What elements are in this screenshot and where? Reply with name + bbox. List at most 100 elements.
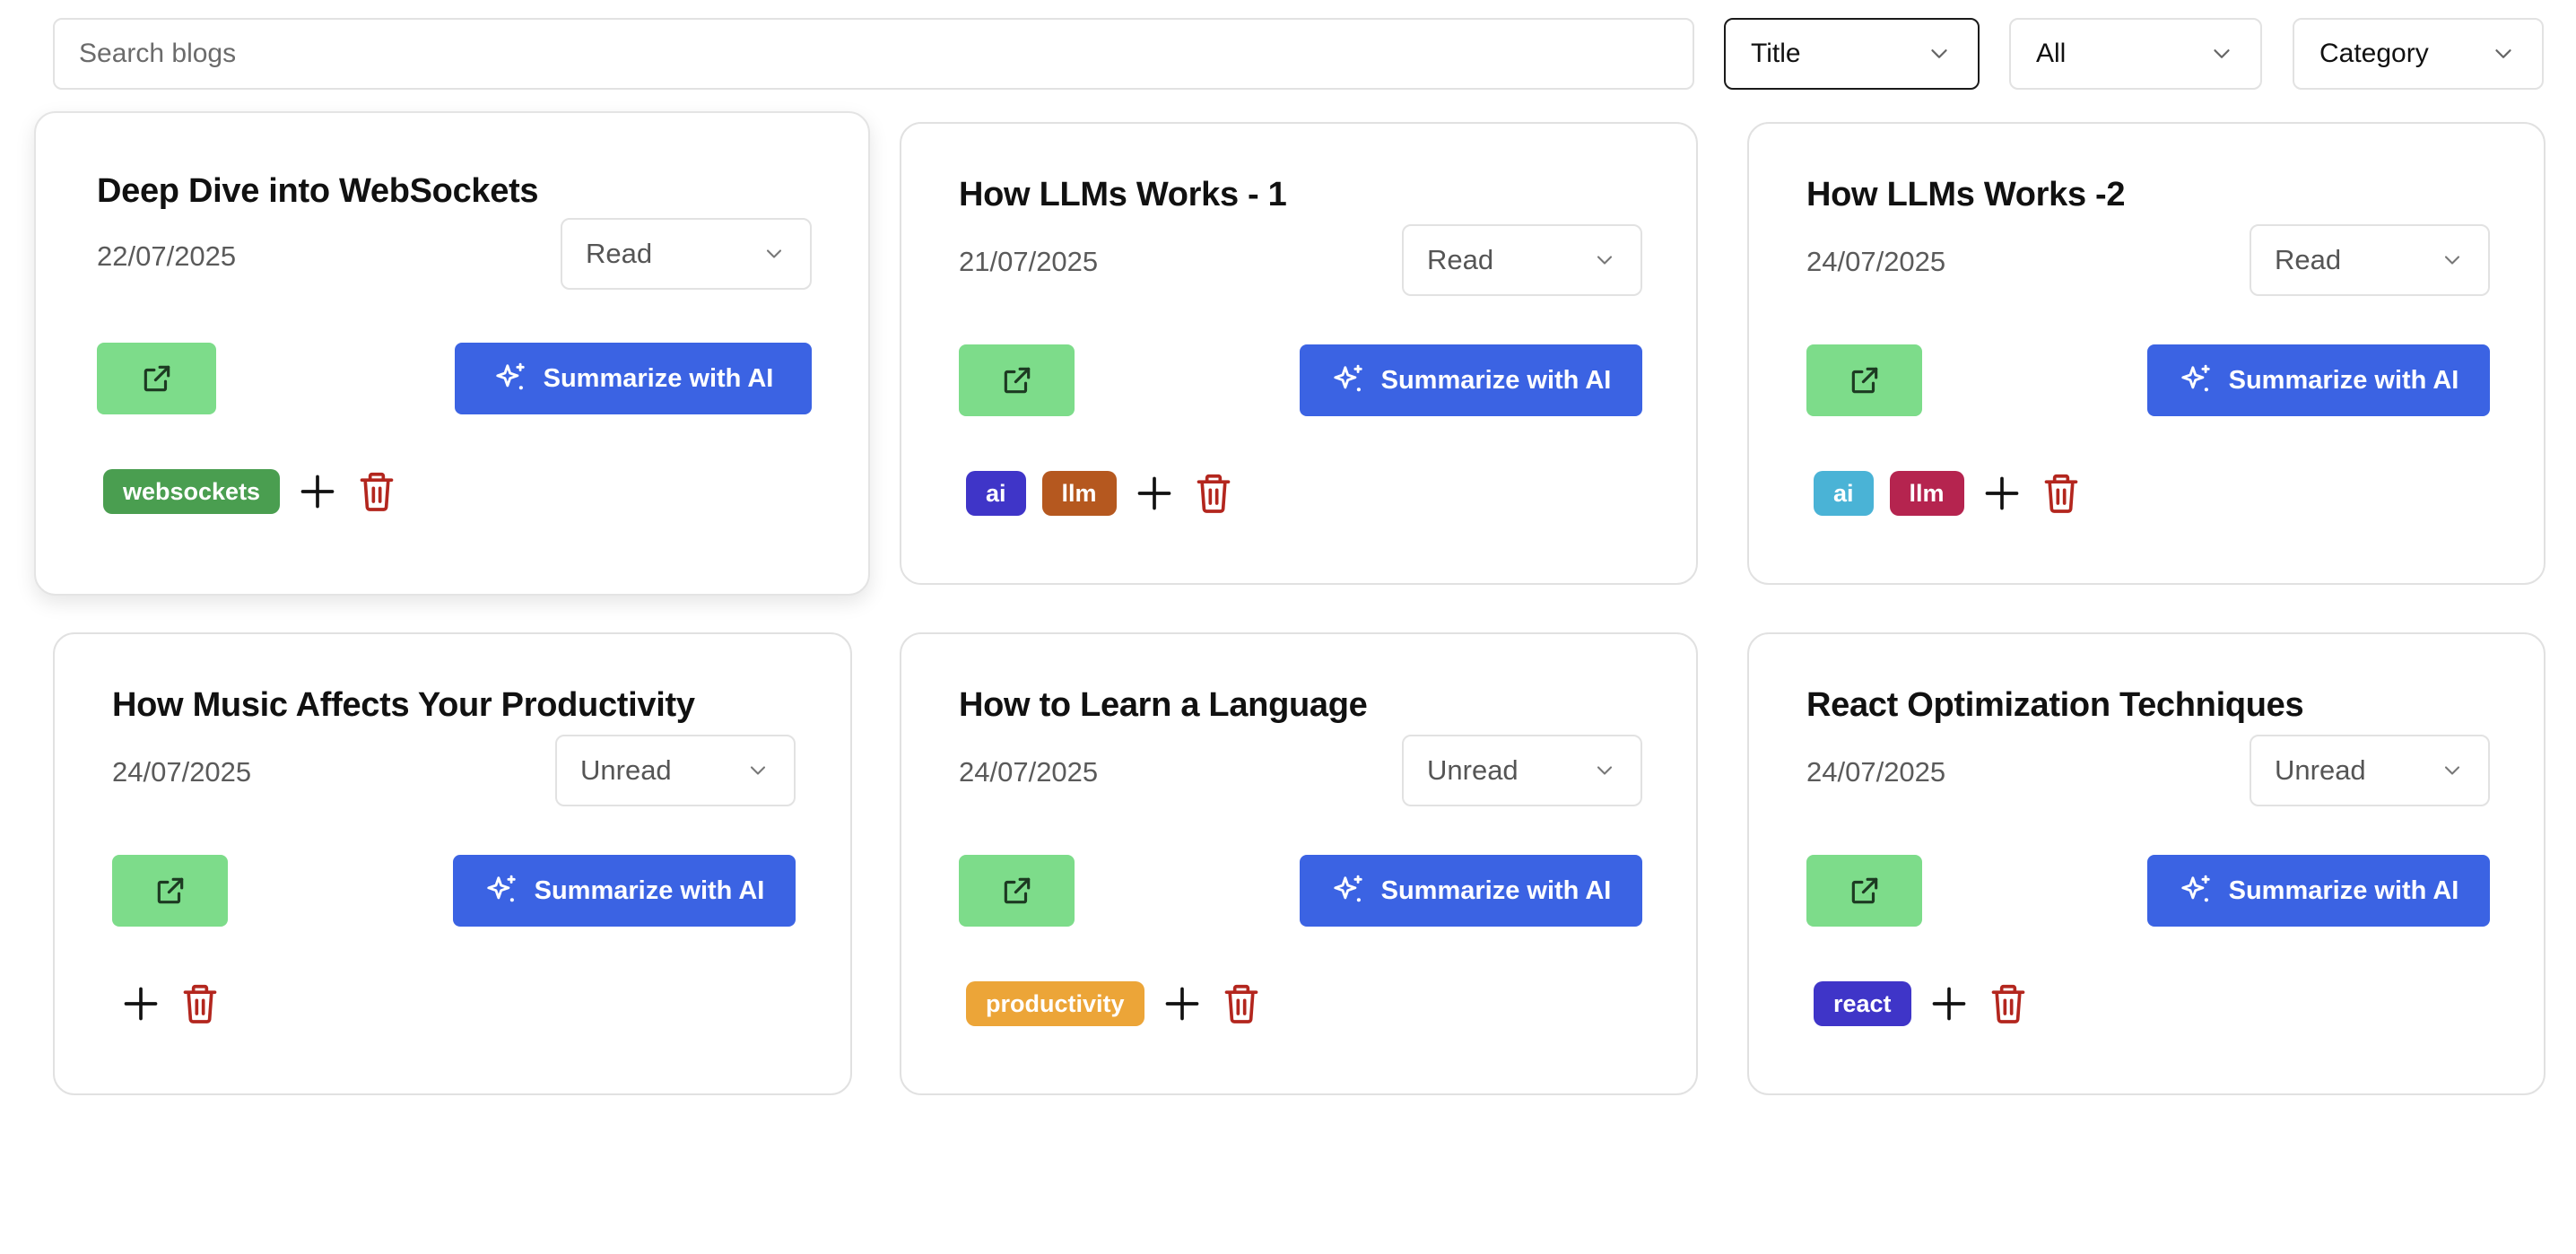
summarize-ai-button[interactable]: Summarize with AI [2147, 344, 2490, 416]
open-link-button[interactable] [959, 855, 1075, 927]
read-status-select[interactable]: Read [1402, 224, 1642, 296]
read-status-value: Read [586, 238, 653, 269]
tag-row: websockets [103, 468, 398, 515]
chevron-down-icon [1931, 49, 1947, 58]
add-tag-icon[interactable] [1133, 472, 1176, 515]
summarize-ai-label: Summarize with AI [1380, 875, 1612, 905]
category-filter-select[interactable]: Category [2293, 18, 2544, 90]
blog-title: Deep Dive into WebSockets [97, 172, 539, 210]
delete-icon[interactable] [355, 468, 398, 515]
add-tag-icon[interactable] [1928, 982, 1971, 1025]
open-link-button[interactable] [1806, 855, 1922, 927]
external-link-icon [1004, 367, 1030, 394]
external-link-icon [1851, 877, 1877, 904]
summarize-ai-label: Summarize with AI [2228, 365, 2459, 395]
tag-row: ai llm [1814, 470, 2083, 517]
blog-date: 21/07/2025 [959, 246, 1099, 277]
tag-row [119, 980, 222, 1027]
read-status-value: Read [1427, 244, 1494, 275]
summarize-ai-label: Summarize with AI [1380, 365, 1612, 395]
summarize-ai-label: Summarize with AI [534, 875, 765, 905]
chevron-down-icon [2444, 256, 2460, 265]
tag-badge[interactable]: websockets [103, 469, 281, 514]
delete-icon[interactable] [1220, 980, 1263, 1027]
tag-badge[interactable]: llm [1889, 471, 1964, 516]
status-filter-value: All [2036, 39, 2067, 68]
summarize-ai-label: Summarize with AI [543, 363, 774, 393]
sort-field-value: Title [1751, 39, 1801, 68]
sparkles-icon [2180, 875, 2210, 902]
summarize-ai-button[interactable]: Summarize with AI [453, 855, 796, 927]
category-filter-value: Category [2319, 39, 2429, 68]
blog-card: How LLMs Works - 1 21/07/2025 Read Summa… [900, 122, 1698, 585]
delete-icon[interactable] [2040, 470, 2083, 517]
blog-title: React Optimization Techniques [1806, 686, 2304, 724]
external-link-icon [157, 877, 183, 904]
read-status-select[interactable]: Read [561, 218, 812, 290]
read-status-select[interactable]: Unread [1402, 735, 1642, 806]
tag-badge[interactable]: productivity [966, 981, 1144, 1026]
chevron-down-icon [2495, 49, 2511, 58]
read-status-select[interactable]: Read [2250, 224, 2490, 296]
summarize-ai-button[interactable]: Summarize with AI [1300, 344, 1642, 416]
blog-date: 24/07/2025 [112, 756, 252, 788]
external-link-icon [1004, 877, 1030, 904]
tag-row: productivity [966, 980, 1263, 1027]
chevron-down-icon [1597, 256, 1613, 265]
add-tag-icon[interactable] [1980, 472, 2023, 515]
chevron-down-icon [2444, 766, 2460, 775]
read-status-select[interactable]: Unread [555, 735, 796, 806]
open-link-button[interactable] [959, 344, 1075, 416]
blog-title: How LLMs Works -2 [1806, 176, 2126, 213]
summarize-ai-button[interactable]: Summarize with AI [1300, 855, 1642, 927]
chevron-down-icon [1597, 766, 1613, 775]
read-status-value: Unread [2275, 754, 2366, 786]
open-link-button[interactable] [1806, 344, 1922, 416]
sparkles-icon [2180, 364, 2210, 392]
summarize-ai-button[interactable]: Summarize with AI [455, 343, 812, 414]
tag-badge[interactable]: ai [1814, 471, 1874, 516]
read-status-value: Unread [1427, 754, 1519, 786]
tag-row: react [1814, 980, 2030, 1027]
status-filter-select[interactable]: All [2009, 18, 2262, 90]
blog-card: How to Learn a Language 24/07/2025 Unrea… [900, 632, 1698, 1095]
summarize-ai-button[interactable]: Summarize with AI [2147, 855, 2490, 927]
external-link-icon [144, 365, 170, 392]
sort-field-select[interactable]: Title [1724, 18, 1980, 90]
blog-date: 24/07/2025 [1806, 756, 1946, 788]
sparkles-icon [1333, 364, 1362, 392]
delete-icon[interactable] [1192, 470, 1235, 517]
delete-icon[interactable] [178, 980, 222, 1027]
search-input[interactable] [53, 18, 1694, 90]
sparkles-icon [486, 875, 516, 902]
toolbar: Title All Category [0, 0, 2576, 108]
add-tag-icon[interactable] [119, 982, 162, 1025]
summarize-ai-label: Summarize with AI [2228, 875, 2459, 905]
blog-title: How to Learn a Language [959, 686, 1368, 724]
tag-badge[interactable]: llm [1041, 471, 1117, 516]
blog-title: How Music Affects Your Productivity [112, 686, 695, 724]
blog-card: How LLMs Works -2 24/07/2025 Read Summar… [1747, 122, 2546, 585]
blog-title: How LLMs Works - 1 [959, 176, 1287, 213]
blog-date: 24/07/2025 [1806, 246, 1946, 277]
tag-badge[interactable]: react [1814, 981, 1911, 1026]
chevron-down-icon [750, 766, 766, 775]
tag-badge[interactable]: ai [966, 471, 1026, 516]
add-tag-icon[interactable] [296, 470, 339, 513]
sparkles-icon [495, 362, 525, 390]
external-link-icon [1851, 367, 1877, 394]
blog-card: Deep Dive into WebSockets 22/07/2025 Rea… [34, 111, 870, 596]
sparkles-icon [1333, 875, 1362, 902]
delete-icon[interactable] [1987, 980, 2030, 1027]
tag-row: ai llm [966, 470, 1235, 517]
add-tag-icon[interactable] [1161, 982, 1204, 1025]
open-link-button[interactable] [97, 343, 216, 414]
chevron-down-icon [766, 249, 782, 258]
blog-card: How Music Affects Your Productivity 24/0… [53, 632, 852, 1095]
blog-date: 24/07/2025 [959, 756, 1099, 788]
chevron-down-icon [2214, 49, 2230, 58]
read-status-value: Unread [580, 754, 672, 786]
open-link-button[interactable] [112, 855, 228, 927]
read-status-value: Read [2275, 244, 2342, 275]
read-status-select[interactable]: Unread [2250, 735, 2490, 806]
